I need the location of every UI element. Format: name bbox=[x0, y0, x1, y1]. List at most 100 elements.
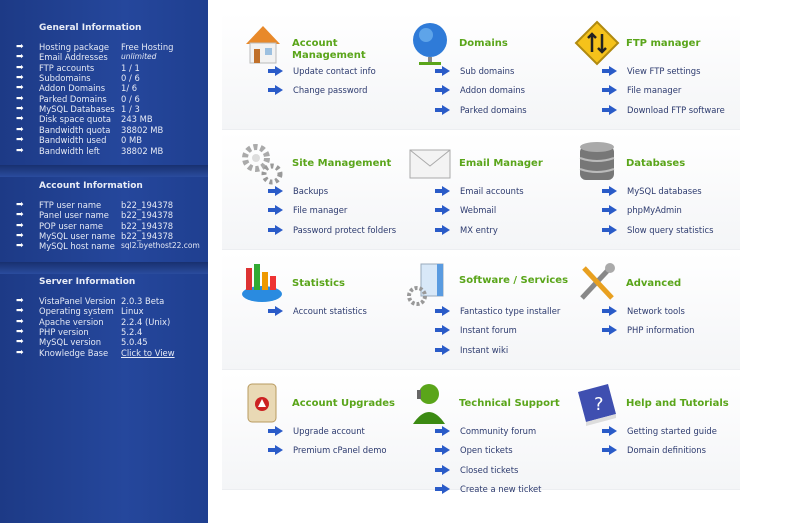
arrow-right-icon: ➡ bbox=[16, 124, 24, 135]
sidebar-section-title: General Information bbox=[39, 23, 142, 33]
link-label[interactable]: Domain definitions bbox=[627, 445, 706, 455]
arrow-right-icon: ➡ bbox=[16, 104, 24, 115]
upgrade-scroll-icon[interactable] bbox=[238, 378, 288, 428]
support-person-icon[interactable] bbox=[405, 378, 455, 428]
link-label[interactable]: Getting started guide bbox=[627, 426, 717, 436]
section-heading[interactable]: Site Management bbox=[292, 158, 402, 170]
arrow-right-icon: ➡ bbox=[16, 327, 24, 338]
section-heading[interactable]: Software / Services bbox=[459, 275, 569, 287]
link-label[interactable]: Closed tickets bbox=[460, 465, 518, 475]
arrow-right-icon bbox=[268, 426, 283, 436]
link-label[interactable]: Instant forum bbox=[460, 325, 517, 335]
link-label[interactable]: Parked domains bbox=[460, 105, 527, 115]
link-label[interactable]: Backups bbox=[293, 186, 328, 196]
link-label[interactable]: Premium cPanel demo bbox=[293, 445, 387, 455]
arrow-right-icon bbox=[602, 205, 617, 216]
link-label[interactable]: Create a new ticket bbox=[460, 484, 541, 494]
link-label[interactable]: Fantastico type installer bbox=[460, 306, 560, 316]
info-label: Subdomains bbox=[39, 73, 91, 84]
link-label[interactable]: Community forum bbox=[460, 426, 536, 436]
sidebar-section-title: Server Information bbox=[39, 277, 136, 287]
section-heading[interactable]: Domains bbox=[459, 38, 569, 50]
tools-icon[interactable] bbox=[572, 258, 622, 308]
arrow-right-icon: ➡ bbox=[16, 347, 24, 358]
arrow-right-icon: ➡ bbox=[16, 241, 24, 252]
arrow-right-icon bbox=[435, 224, 450, 235]
info-value: 5.2.4 bbox=[121, 327, 143, 338]
ftp-sign-icon[interactable] bbox=[572, 18, 622, 68]
section-heading[interactable]: Account Management bbox=[292, 38, 402, 62]
arrow-right-icon bbox=[602, 85, 617, 96]
link-label[interactable]: File manager bbox=[293, 205, 347, 215]
section-heading[interactable]: FTP manager bbox=[626, 38, 736, 50]
link-label[interactable]: Account statistics bbox=[293, 306, 367, 316]
info-value: b22_194378 bbox=[121, 220, 174, 231]
info-label: Apache version bbox=[39, 316, 104, 327]
info-value: Linux bbox=[121, 306, 144, 317]
arrow-right-icon bbox=[435, 464, 450, 475]
link-label[interactable]: MX entry bbox=[460, 225, 498, 235]
link-label[interactable]: Open tickets bbox=[460, 445, 513, 455]
info-value: 38802 MB bbox=[121, 124, 164, 135]
link-label[interactable]: Network tools bbox=[627, 306, 685, 316]
svg-text:?: ? bbox=[594, 394, 604, 415]
database-icon[interactable] bbox=[572, 138, 622, 188]
arrow-right-icon: ➡ bbox=[16, 200, 24, 210]
software-box-icon[interactable] bbox=[405, 258, 455, 308]
chart-icon[interactable] bbox=[238, 258, 288, 308]
info-label: Bandwidth left bbox=[39, 145, 100, 156]
section-heading[interactable]: Help and Tutorials bbox=[626, 398, 736, 410]
section-heading[interactable]: Databases bbox=[626, 158, 736, 170]
link-label[interactable]: Addon domains bbox=[460, 85, 525, 95]
section-heading[interactable]: Advanced bbox=[626, 278, 736, 290]
section-heading[interactable]: Statistics bbox=[292, 278, 402, 290]
info-label: Bandwidth used bbox=[39, 135, 107, 146]
info-label: Email Addresses bbox=[39, 52, 108, 63]
section-heading[interactable]: Account Upgrades bbox=[292, 398, 402, 410]
knowledge-base-link[interactable]: Click to View bbox=[121, 348, 175, 358]
info-label: PHP version bbox=[39, 327, 89, 338]
arrow-right-icon bbox=[268, 66, 283, 76]
info-label: MySQL version bbox=[39, 337, 102, 348]
globe-icon[interactable] bbox=[405, 18, 455, 68]
link-label[interactable]: Upgrade account bbox=[293, 426, 365, 436]
arrow-right-icon bbox=[435, 426, 450, 436]
info-value: 1/ 6 bbox=[121, 83, 138, 94]
arrow-right-icon bbox=[435, 325, 450, 336]
link-label[interactable]: View FTP settings bbox=[627, 66, 700, 76]
info-value: 2.0.3 Beta bbox=[121, 296, 165, 306]
link-label[interactable]: Password protect folders bbox=[293, 225, 396, 235]
section-heading[interactable]: Technical Support bbox=[459, 398, 569, 410]
arrow-right-icon bbox=[602, 445, 617, 456]
arrow-right-icon bbox=[268, 445, 283, 456]
link-label[interactable]: MySQL databases bbox=[627, 186, 702, 196]
section-databases: Databases MySQL databases phpMyAdmin Slow q… bbox=[572, 138, 739, 256]
link-label[interactable]: phpMyAdmin bbox=[627, 205, 682, 215]
section-account-upgrades: Account Upgrades Upgrade account Premium c… bbox=[238, 378, 405, 496]
section-site-management: Site Management Backups File manager Passwo… bbox=[238, 138, 405, 256]
section-heading[interactable]: Email Manager bbox=[459, 158, 569, 170]
arrow-right-icon bbox=[268, 186, 283, 196]
arrow-right-icon bbox=[602, 104, 617, 115]
link-label[interactable]: Update contact info bbox=[293, 66, 376, 76]
link-label[interactable]: Email accounts bbox=[460, 186, 524, 196]
link-label[interactable]: Sub domains bbox=[460, 66, 514, 76]
gears-icon[interactable] bbox=[238, 138, 288, 188]
section-technical-support: Technical Support Community forum Open tic… bbox=[405, 378, 572, 496]
house-icon[interactable] bbox=[238, 18, 288, 68]
link-label[interactable]: File manager bbox=[627, 85, 681, 95]
help-book-icon[interactable]: ? bbox=[572, 378, 622, 428]
link-label[interactable]: Instant wiki bbox=[460, 345, 508, 355]
arrow-right-icon: ➡ bbox=[16, 296, 24, 306]
arrow-right-icon: ➡ bbox=[16, 42, 24, 52]
link-label[interactable]: PHP information bbox=[627, 325, 694, 335]
arrow-right-icon bbox=[268, 224, 283, 235]
envelope-icon[interactable] bbox=[405, 138, 455, 188]
info-value: 0 / 6 bbox=[121, 93, 140, 104]
link-label[interactable]: Webmail bbox=[460, 205, 496, 215]
arrow-right-icon bbox=[435, 66, 450, 76]
link-label[interactable]: Slow query statistics bbox=[627, 225, 713, 235]
section-advanced: Advanced Network tools PHP information bbox=[572, 258, 739, 376]
link-label[interactable]: Download FTP software bbox=[627, 105, 725, 115]
link-label[interactable]: Change password bbox=[293, 85, 368, 95]
